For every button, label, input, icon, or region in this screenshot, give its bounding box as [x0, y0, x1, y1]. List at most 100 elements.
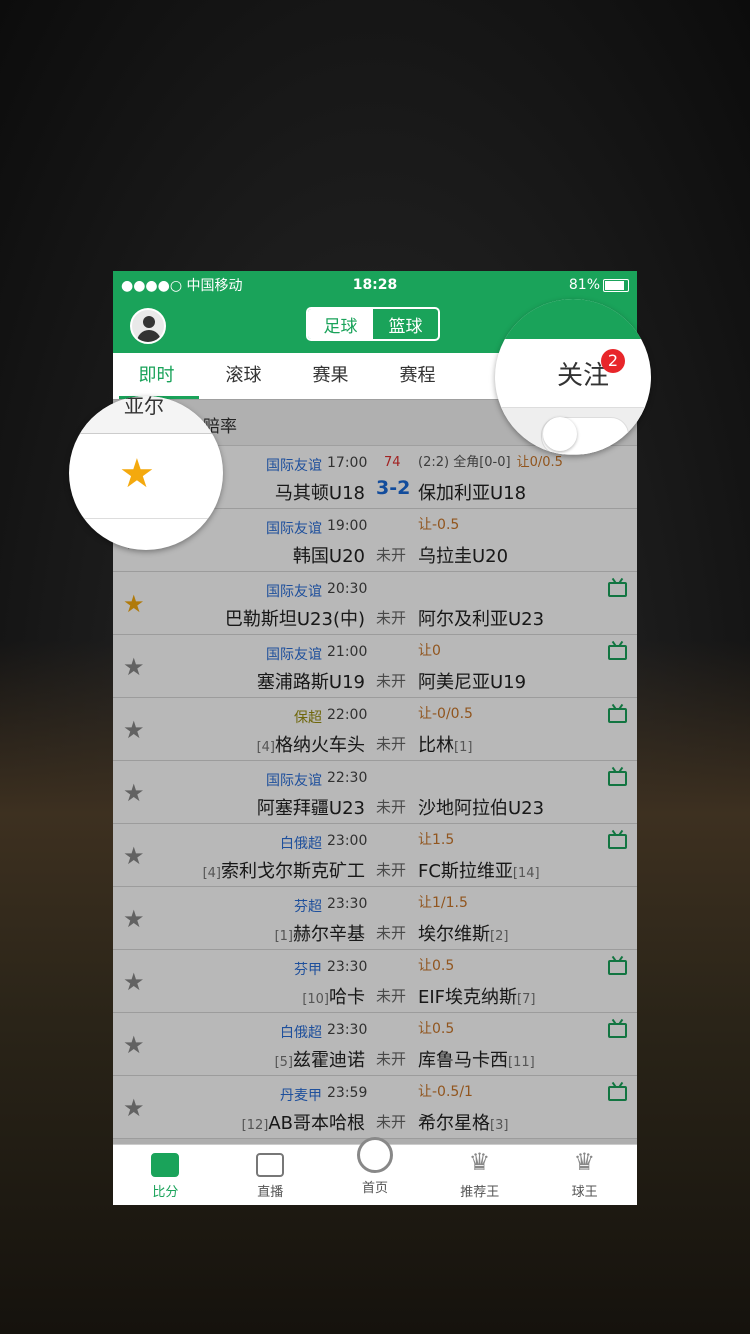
nav-recommend[interactable]: 推荐王 — [427, 1145, 532, 1205]
nav-home[interactable]: 首页 — [323, 1137, 428, 1205]
match-time: 23:00 — [327, 833, 368, 849]
nav-king[interactable]: 球王 — [532, 1145, 637, 1205]
star-icon[interactable]: ★ — [123, 907, 145, 931]
battery-percent: 81% — [568, 277, 600, 293]
away-rank: [1] — [454, 740, 473, 755]
away-team: 阿美尼亚U19 — [418, 668, 526, 694]
match-list: ★ 国际友谊 17:00 74 (2:2) 全角[0-0] 让0/0.5 马其顿U18 3-2… — [113, 446, 637, 1139]
match-time: 23:30 — [327, 896, 368, 912]
home-team: 阿塞拜疆U23 — [257, 794, 365, 820]
tv-icon[interactable] — [608, 645, 627, 660]
away-team-name: 库鲁马卡西 — [418, 1050, 508, 1071]
league-name: 白俄超 — [280, 1025, 322, 1041]
tv-icon[interactable] — [608, 771, 627, 786]
away-team: EIF埃克纳斯[7] — [418, 983, 535, 1009]
match-time: 22:30 — [327, 770, 368, 786]
home-team: 塞浦路斯U19 — [257, 668, 365, 694]
star-icon[interactable]: ★ — [123, 718, 145, 742]
nav-score[interactable]: 比分 — [113, 1145, 218, 1205]
handicap: 让0.5 — [418, 1021, 455, 1037]
bottom-nav: 比分 直播 首页 推荐王 球王 — [113, 1137, 637, 1205]
match-row[interactable]: ★ 保超 22:00 让-0/0.5 [4]格纳火车头 未开 比林[1] — [113, 698, 637, 761]
tab-schedule[interactable]: 赛程 — [374, 353, 461, 399]
home-team-name: AB哥本哈根 — [268, 1113, 365, 1134]
match-status: 未开 — [376, 672, 407, 690]
battery-icon — [603, 278, 629, 292]
tab-live[interactable]: 即时 — [113, 353, 200, 399]
tab-rolling[interactable]: 滚球 — [200, 353, 287, 399]
star-icon[interactable]: ★ — [123, 781, 145, 805]
tv-icon[interactable] — [608, 960, 627, 975]
league-name: 芬甲 — [294, 962, 322, 978]
match-time: 17:00 — [327, 455, 368, 471]
home-team: [5]兹霍迪诺 — [275, 1046, 365, 1072]
handicap: 让-0.5/1 — [418, 1084, 473, 1100]
match-row[interactable]: ★ 白俄超 23:00 让1.5 [4]索利戈尔斯克矿工 未开 FC斯拉维亚[14] — [113, 824, 637, 887]
away-team: 保加利亚U18 — [418, 479, 526, 505]
star-icon[interactable]: ★ — [123, 1096, 145, 1120]
home-team: 韩国U20 — [293, 542, 365, 568]
league-name: 芬超 — [294, 899, 322, 915]
league-name: 国际友谊 — [266, 773, 322, 789]
away-team: 阿尔及利亚U23 — [418, 605, 544, 631]
magnifier-band: 亚尔 — [69, 396, 223, 434]
nav-recommend-label: 推荐王 — [460, 1185, 500, 1200]
away-team: 比林[1] — [418, 731, 472, 757]
home-team: [1]赫尔辛基 — [275, 920, 365, 946]
league-name: 保超 — [294, 710, 322, 726]
match-row[interactable]: ★ 芬超 23:30 让1/1.5 [1]赫尔辛基 未开 埃尔维斯[2] — [113, 887, 637, 950]
nav-king-label: 球王 — [571, 1185, 598, 1200]
away-team-name: 比林 — [418, 735, 454, 756]
magnifier-follow: 关注 2 — [495, 299, 651, 455]
handicap: 让0.5 — [418, 958, 455, 974]
magnifier-header — [495, 299, 651, 339]
home-team-name: 兹霍迪诺 — [293, 1050, 365, 1071]
crown-icon — [466, 1148, 494, 1177]
tab-results[interactable]: 赛果 — [287, 353, 374, 399]
match-row[interactable]: ★ 芬甲 23:30 让0.5 [10]哈卡 未开 EIF埃克纳斯[7] — [113, 950, 637, 1013]
tv-icon[interactable] — [608, 1086, 627, 1101]
match-row[interactable]: ★ 国际友谊 22:30 阿塞拜疆U23 未开 沙地阿拉伯U23 — [113, 761, 637, 824]
magnifier-star: 亚尔 ★ — [69, 396, 223, 550]
league-name: 白俄超 — [280, 836, 322, 852]
home-team-name: 巴勒斯坦U23(中) — [224, 609, 365, 630]
away-team: 库鲁马卡西[11] — [418, 1046, 535, 1072]
match-time: 23:30 — [327, 959, 368, 975]
seg-basketball[interactable]: 篮球 — [373, 309, 438, 339]
tv-icon[interactable] — [608, 708, 627, 723]
tv-icon — [256, 1153, 285, 1177]
home-team: [10]哈卡 — [302, 983, 365, 1009]
away-team: 希尔星格[3] — [418, 1109, 508, 1135]
star-icon[interactable]: ★ — [119, 454, 155, 494]
star-icon[interactable]: ★ — [123, 844, 145, 868]
toggle-knob[interactable] — [543, 417, 577, 451]
home-rank: [5] — [274, 1055, 293, 1070]
away-team-name: 阿尔及利亚U23 — [418, 609, 545, 630]
away-rank: [3] — [490, 1118, 509, 1133]
away-rank: [11] — [508, 1055, 535, 1070]
match-row[interactable]: ★ 白俄超 23:30 让0.5 [5]兹霍迪诺 未开 库鲁马卡西[11] — [113, 1013, 637, 1076]
match-score: 3-2 — [376, 477, 411, 499]
star-icon[interactable]: ★ — [123, 655, 145, 679]
tv-icon[interactable] — [608, 834, 627, 849]
match-row[interactable]: ★ 丹麦甲 23:59 让-0.5/1 [12]AB哥本哈根 未开 希尔星格[3] — [113, 1076, 637, 1139]
follow-badge: 2 — [601, 349, 625, 373]
seg-football[interactable]: 足球 — [308, 309, 373, 339]
away-team-name: EIF埃克纳斯 — [418, 987, 518, 1008]
home-team-name: 格纳火车头 — [275, 735, 365, 756]
home-team: [12]AB哥本哈根 — [242, 1109, 365, 1135]
battery-status: 81% — [569, 277, 629, 293]
match-row[interactable]: ★ 国际友谊 21:00 让0 塞浦路斯U19 未开 阿美尼亚U19 — [113, 635, 637, 698]
avatar[interactable] — [130, 308, 166, 344]
tv-icon[interactable] — [608, 582, 627, 597]
nav-live-label: 直播 — [257, 1185, 284, 1200]
match-row[interactable]: ★ 国际友谊 20:30 巴勒斯坦U23(中) 未开 阿尔及利亚U23 — [113, 572, 637, 635]
match-status: 未开 — [376, 987, 407, 1005]
star-icon[interactable]: ★ — [123, 1033, 145, 1057]
tv-icon[interactable] — [608, 1023, 627, 1038]
star-icon[interactable]: ★ — [123, 592, 145, 616]
nav-live[interactable]: 直播 — [218, 1145, 323, 1205]
league-name: 丹麦甲 — [280, 1088, 322, 1104]
star-icon[interactable]: ★ — [123, 970, 145, 994]
home-ball-icon — [356, 1137, 393, 1173]
